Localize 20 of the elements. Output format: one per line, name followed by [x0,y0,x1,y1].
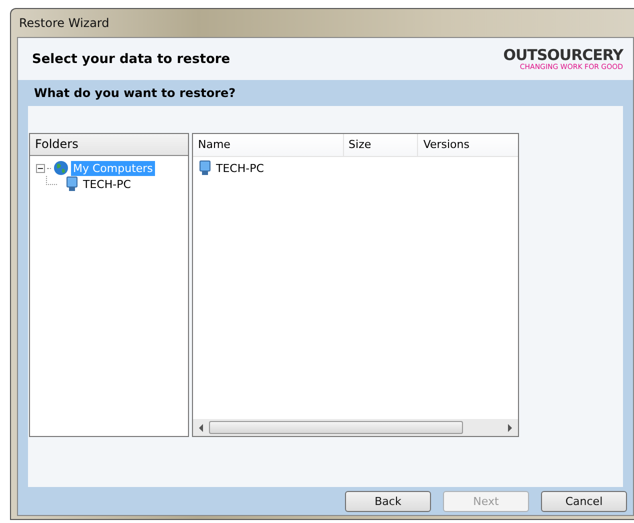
section-title: What do you want to restore? [34,86,236,100]
wizard-button[interactable]: Back [345,490,431,512]
collapse-icon[interactable] [36,164,45,172]
globe-icon [53,160,69,176]
column-header[interactable]: Name [193,134,344,156]
scroll-thumb[interactable] [209,421,463,434]
logo-name: OUTSOURCERY [503,46,623,62]
wizard-button[interactable]: Cancel [541,490,627,512]
folders-header: Folders [30,134,188,156]
scroll-left-icon[interactable] [198,424,204,432]
page-title: Select your data to restore [32,52,230,66]
scroll-right-icon[interactable] [507,424,513,432]
column-header[interactable]: Versions [418,134,518,156]
computer-icon [65,176,79,192]
list-item[interactable]: TECH-PC [216,162,264,174]
column-header[interactable]: Size [344,134,418,156]
tree-item[interactable]: TECH-PC [81,176,133,192]
window-title: Restore Wizard [19,16,110,30]
computer-icon [198,160,212,176]
horizontal-scrollbar[interactable] [193,419,518,436]
